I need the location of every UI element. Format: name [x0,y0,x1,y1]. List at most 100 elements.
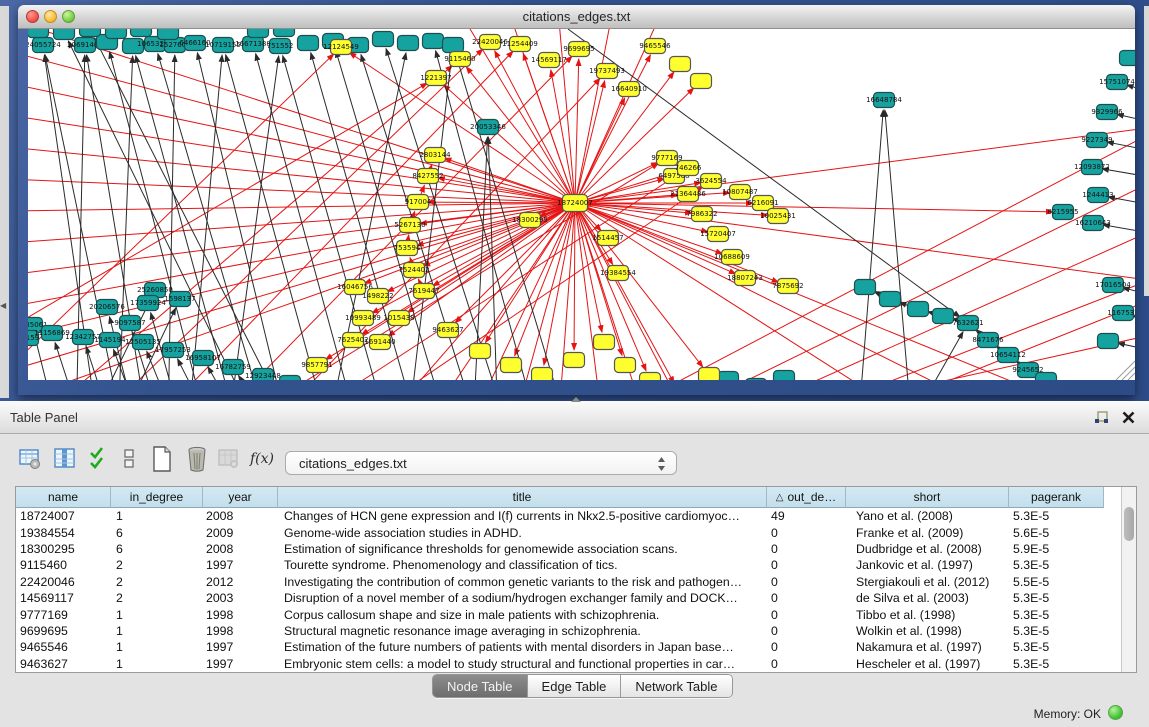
tab-edge-table[interactable]: Edge Table [528,675,622,697]
graph-node[interactable] [746,379,767,381]
table-cell: 2 [111,575,203,589]
table-row[interactable]: 2242004622012Investigating the contribut… [16,574,1121,590]
table-row[interactable]: 946362711997Embryonic stem cells: a mode… [16,656,1121,672]
delete-table-button[interactable] [183,444,211,474]
show-column-button[interactable] [51,444,79,474]
collapse-panel-arrow-icon[interactable]: ◀ [0,301,6,310]
graph-node[interactable] [933,309,954,324]
table-cell: 5.3E-5 [1009,657,1104,671]
graph-node[interactable] [908,302,929,317]
graph-node[interactable] [855,280,876,295]
graph-node[interactable] [691,74,712,89]
node-label: 7619447 [408,287,439,295]
table-settings-button[interactable] [16,444,44,474]
table-cell: Jankovic et al. (1997) [846,558,1009,572]
network-canvas[interactable]: 2405572420691406106532871527602646616010… [28,29,1135,380]
graph-node[interactable] [423,34,444,49]
graph-node[interactable] [1098,334,1119,349]
graph-node[interactable] [131,29,152,37]
graph-node[interactable] [298,36,319,51]
graph-node[interactable] [373,32,394,47]
graph-node[interactable] [248,29,269,38]
function-builder-button[interactable]: f(x) [248,444,276,474]
graph-node[interactable] [699,368,720,381]
table-cell: 2009 [203,526,278,540]
table-selector-dropdown[interactable]: citations_edges.txt [285,451,677,475]
graph-node[interactable] [640,373,661,381]
scrollbar-thumb[interactable] [1124,507,1134,541]
graph-node[interactable] [54,29,75,40]
node-label: 16671388 [235,40,271,48]
graph-node[interactable] [1120,51,1136,66]
table-row[interactable]: 911546021997Tourette syndrome. Phenomeno… [16,557,1121,573]
node-label: 1244413 [1082,191,1113,199]
table-row[interactable]: 977716911998Corpus callosum shape and si… [16,606,1121,622]
column-header-year[interactable]: year [203,487,278,508]
graph-node[interactable] [532,368,553,381]
node-label: 20206576 [89,303,125,311]
graph-node[interactable] [398,36,419,51]
node-label: 7986322 [686,210,717,218]
edge [575,88,694,203]
graph-node[interactable] [501,358,522,373]
table-cell: 0 [767,558,846,572]
node-label: 9463627 [432,326,463,334]
graph-node[interactable] [274,29,295,37]
edge [648,169,1135,380]
node-label: 12923448 [245,372,281,380]
splitter-handle-icon[interactable] [571,397,581,402]
column-header-in_degree[interactable]: in_degree [111,487,203,508]
resize-grip-icon[interactable] [1128,373,1135,380]
node-label: 21364486 [670,190,706,198]
node-label: 1015438 [383,314,414,322]
float-window-icon[interactable] [1094,410,1109,425]
table-row[interactable]: 1938455462009Genome-wide association stu… [16,524,1121,540]
tab-node-table[interactable]: Node Table [433,675,528,697]
edge [168,55,175,380]
resize-grip-icon[interactable] [1122,367,1135,380]
table-cell: Structural magnetic resonance image aver… [278,624,767,638]
graph-node[interactable] [470,344,491,359]
column-header-out_de[interactable]: △out_de… [767,487,846,508]
graph-node[interactable] [774,371,795,381]
memory-status-indicator[interactable] [1108,705,1123,720]
new-table-button[interactable] [148,444,176,474]
graph-node[interactable] [280,376,301,381]
graph-node[interactable] [1036,373,1057,381]
graph-node[interactable] [718,372,739,381]
node-label: 7632621 [952,319,983,327]
table-cell: 2 [111,558,203,572]
node-label: 20053346 [470,123,506,131]
node-label: 15751074 [1099,78,1135,86]
window-titlebar[interactable]: citations_edges.txt [18,5,1135,29]
table-row[interactable]: 1830029562008Estimation of significance … [16,541,1121,557]
edge [420,203,575,224]
citation-network-graph[interactable]: 2405572420691406106532871527602646616010… [28,29,1135,380]
table-cell: Nakamura et al. (1997) [846,640,1009,654]
graph-node[interactable] [880,292,901,307]
node-label: 17359924 [130,299,166,307]
column-header-name[interactable]: name [16,487,111,508]
table-row[interactable]: 969969511998Structural magnetic resonanc… [16,623,1121,639]
graph-node[interactable] [28,29,49,38]
graph-node[interactable] [106,29,127,39]
column-header-pagerank[interactable]: pagerank [1009,487,1104,508]
table-row[interactable]: 1872400712008Changes of HCN gene express… [16,508,1121,524]
close-icon[interactable] [1121,410,1136,425]
vertical-scrollbar[interactable] [1121,487,1136,672]
graph-node[interactable] [564,353,585,368]
graph-node[interactable] [80,29,101,37]
column-header-title[interactable]: title [278,487,767,508]
column-chooser-button[interactable] [115,444,143,474]
graph-node[interactable] [594,335,615,350]
graph-node[interactable] [158,29,179,40]
node-label: 10654112 [990,351,1026,359]
column-header-short[interactable]: short [846,487,1009,508]
table-row[interactable]: 1456911722003Disruption of a novel membe… [16,590,1121,606]
select-all-columns-button[interactable] [85,444,113,474]
graph-node[interactable] [670,57,691,72]
tab-network-table[interactable]: Network Table [621,675,731,697]
graph-node[interactable] [443,38,464,53]
table-row[interactable]: 946554611997Estimation of the future num… [16,639,1121,655]
graph-node[interactable] [615,358,636,373]
